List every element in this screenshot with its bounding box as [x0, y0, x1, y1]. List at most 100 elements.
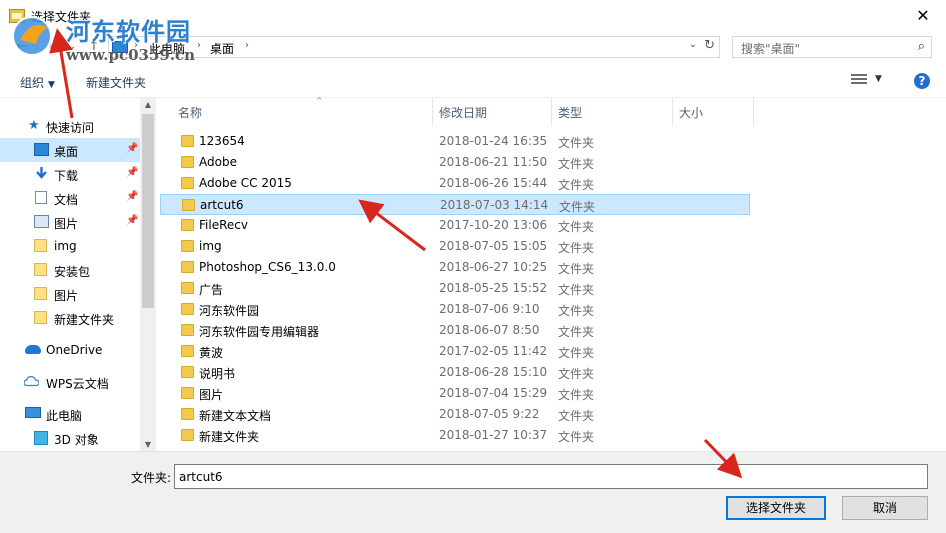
nav-quick-access[interactable]: ★ 快速访问: [0, 114, 140, 138]
computer-icon: [112, 41, 128, 53]
nav-item-this-pc[interactable]: 此电脑: [0, 402, 140, 426]
file-type: 文件夹: [558, 220, 595, 234]
nav-scrollbar[interactable]: ▲ ▼: [140, 98, 156, 451]
folder-icon: [181, 261, 194, 273]
breadcrumb-desktop[interactable]: 桌面: [210, 40, 234, 57]
chevron-down-icon[interactable]: ⌄: [689, 39, 697, 50]
table-row[interactable]: 新建文件夹 2018-01-27 10:37 文件夹: [160, 425, 750, 446]
table-row[interactable]: FileRecv 2017-10-20 13:06 文件夹: [160, 215, 750, 236]
file-type: 文件夹: [558, 346, 595, 360]
file-date: 2018-06-26 15:44: [439, 176, 548, 190]
new-folder-button[interactable]: 新建文件夹: [86, 74, 146, 91]
folder-name-input[interactable]: [174, 464, 928, 489]
table-row[interactable]: 说明书 2018-06-28 15:10 文件夹: [160, 362, 750, 383]
nav-label: 图片: [54, 217, 79, 231]
table-row[interactable]: Photoshop_CS6_13.0.0 2018-06-27 10:25 文件夹: [160, 257, 750, 278]
recent-locations-button[interactable]: ⌄: [64, 39, 80, 55]
nav-item-downloads[interactable]: 下载 📌: [0, 162, 140, 186]
cloud-icon: [24, 376, 39, 387]
column-header-name[interactable]: 名称 ^: [178, 96, 433, 126]
pin-icon: 📌: [126, 215, 139, 226]
scroll-thumb[interactable]: [142, 114, 154, 308]
file-type: 文件夹: [558, 388, 595, 402]
scroll-up-icon[interactable]: ▲: [140, 100, 156, 109]
table-row[interactable]: 图片 2018-07-04 15:29 文件夹: [160, 383, 750, 404]
file-name: Photoshop_CS6_13.0.0: [199, 260, 336, 274]
table-row[interactable]: 新建文本文档 2018-07-05 9:22 文件夹: [160, 404, 750, 425]
table-row[interactable]: 黄波 2017-02-05 11:42 文件夹: [160, 341, 750, 362]
folder-icon: [182, 199, 195, 211]
column-divider[interactable]: [432, 98, 433, 126]
file-date: 2018-06-27 10:25: [439, 260, 548, 274]
file-type: 文件夹: [558, 367, 595, 381]
table-row[interactable]: Adobe 2018-06-21 11:50 文件夹: [160, 152, 750, 173]
file-date: 2018-01-27 10:37: [439, 428, 548, 442]
column-name-label: 名称: [178, 106, 203, 120]
back-button[interactable]: ←: [14, 39, 30, 55]
table-row[interactable]: artcut6 2018-07-03 14:14 文件夹: [160, 194, 750, 215]
cancel-button[interactable]: 取消: [842, 496, 928, 520]
nav-item-new-folder[interactable]: 新建文件夹: [0, 306, 140, 330]
nav-item-img[interactable]: img: [0, 234, 140, 258]
table-row[interactable]: 广告 2018-05-25 15:52 文件夹: [160, 278, 750, 299]
folder-icon: [181, 303, 194, 315]
file-date: 2018-01-24 16:35: [439, 134, 548, 148]
table-row[interactable]: Adobe CC 2015 2018-06-26 15:44 文件夹: [160, 173, 750, 194]
file-name: 新建文本文档: [199, 409, 272, 423]
close-button[interactable]: ✕: [900, 0, 946, 32]
table-row[interactable]: img 2018-07-05 15:05 文件夹: [160, 236, 750, 257]
file-date: 2018-06-21 11:50: [439, 155, 548, 169]
column-header-type[interactable]: 类型: [558, 98, 673, 126]
nav-item-wps-cloud[interactable]: WPS云文档: [0, 370, 140, 394]
folder-icon: [181, 387, 194, 399]
nav-label: 文档: [54, 193, 79, 207]
column-divider[interactable]: [672, 98, 673, 126]
breadcrumb-separator: ›: [134, 40, 138, 51]
file-type: 文件夹: [558, 325, 595, 339]
column-divider[interactable]: [551, 98, 552, 126]
chevron-down-icon[interactable]: ▼: [875, 74, 882, 84]
nav-item-3d-objects[interactable]: 3D 对象: [0, 426, 140, 450]
scroll-down-icon[interactable]: ▼: [140, 440, 156, 449]
column-divider[interactable]: [753, 98, 754, 126]
file-type: 文件夹: [558, 430, 595, 444]
column-header-date[interactable]: 修改日期: [439, 98, 551, 126]
address-field[interactable]: › 此电脑 › 桌面 › ⌄ ↻: [108, 36, 720, 58]
file-type: 文件夹: [558, 136, 595, 150]
column-header-size[interactable]: 大小: [679, 98, 759, 126]
folder-icon: [9, 9, 25, 23]
breadcrumb-this-pc[interactable]: 此电脑: [149, 40, 185, 57]
view-options-icon[interactable]: [851, 74, 867, 88]
up-button[interactable]: ↑: [86, 39, 102, 55]
help-icon[interactable]: ?: [914, 73, 930, 89]
table-row[interactable]: 河东软件园 2018-07-06 9:10 文件夹: [160, 299, 750, 320]
organize-button[interactable]: 组织 ▼: [20, 74, 55, 91]
search-input[interactable]: 搜索"桌面" ⌕: [732, 36, 932, 58]
select-folder-button[interactable]: 选择文件夹: [726, 496, 826, 520]
forward-button[interactable]: →: [40, 39, 56, 55]
nav-item-documents[interactable]: 文档 📌: [0, 186, 140, 210]
nav-item-desktop[interactable]: 桌面 📌: [0, 138, 140, 162]
refresh-button[interactable]: ↻: [704, 38, 715, 53]
nav-label: 图片: [54, 289, 79, 303]
file-name: 图片: [199, 388, 224, 402]
folder-icon: [181, 240, 194, 252]
file-type: 文件夹: [558, 283, 595, 297]
folder-icon: [181, 366, 194, 378]
nav-item-onedrive[interactable]: OneDrive: [0, 338, 140, 362]
window-title: 选择文件夹: [31, 10, 92, 24]
folder-icon: [181, 282, 194, 294]
nav-item-pictures[interactable]: 图片 📌: [0, 210, 140, 234]
file-date: 2018-07-05 15:05: [439, 239, 548, 253]
folder-icon: [181, 177, 194, 189]
nav-label: 快速访问: [46, 121, 95, 135]
folder-icon: [181, 429, 194, 441]
table-row[interactable]: 123654 2018-01-24 16:35 文件夹: [160, 131, 750, 152]
table-row[interactable]: 河东软件园专用编辑器 2018-06-07 8:50 文件夹: [160, 320, 750, 341]
nav-item-pictures-folder[interactable]: 图片: [0, 282, 140, 306]
pin-icon: 📌: [126, 191, 139, 202]
folder-icon: [34, 311, 47, 324]
nav-label: OneDrive: [46, 343, 103, 357]
nav-item-install-pkg[interactable]: 安装包: [0, 258, 140, 282]
file-name: img: [199, 239, 222, 253]
